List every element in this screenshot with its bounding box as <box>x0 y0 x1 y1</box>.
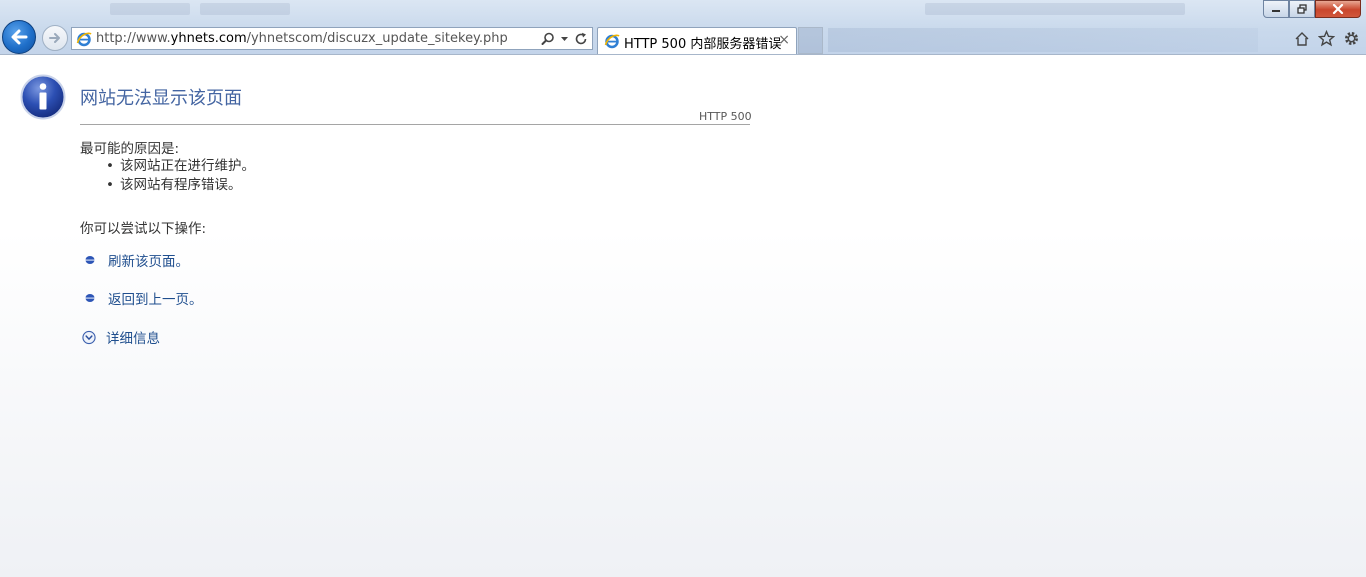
back-button[interactable] <box>2 20 36 54</box>
minimize-icon <box>1272 10 1280 12</box>
chevron-down-icon[interactable] <box>561 35 568 42</box>
url-domain: yhnets.com <box>170 31 247 46</box>
http-status-code: HTTP 500 <box>699 110 752 123</box>
page-title: 网站无法显示该页面 <box>80 88 242 109</box>
cause-heading: 最可能的原因是: <box>80 141 180 157</box>
gear-icon[interactable] <box>1343 30 1360 47</box>
url-text[interactable]: http://www.yhnets.com/yhnetscom/discuzx_… <box>96 31 508 46</box>
browser-chrome: http://www.yhnets.com/yhnetscom/discuzx_… <box>0 0 1366 55</box>
refresh-link-label[interactable]: 刷新该页面。 <box>108 250 189 270</box>
go-back-link[interactable]: 返回到上一页。 <box>84 288 203 308</box>
tab-close-button[interactable]: × <box>778 32 790 48</box>
title-divider <box>80 124 750 125</box>
address-tools <box>541 30 588 47</box>
blurred-tab-strip <box>200 3 290 15</box>
cause-list: 该网站正在进行维护。 该网站有程序错误。 <box>106 157 255 195</box>
try-heading: 你可以尝试以下操作: <box>80 221 207 237</box>
list-item: 该网站正在进行维护。 <box>106 157 255 176</box>
restore-button[interactable] <box>1289 0 1315 18</box>
refresh-icon[interactable] <box>574 32 588 46</box>
list-item: 该网站有程序错误。 <box>106 176 255 195</box>
blurred-favorites-bar <box>828 28 1258 52</box>
restore-icon <box>1297 4 1307 14</box>
ie-logo-icon <box>604 34 620 49</box>
address-bar[interactable]: http://www.yhnets.com/yhnetscom/discuzx_… <box>71 27 593 50</box>
window-controls <box>1263 0 1361 18</box>
blurred-menu-strip <box>925 3 1185 15</box>
minimize-button[interactable] <box>1263 0 1289 18</box>
more-info-label[interactable]: 详细信息 <box>106 327 160 347</box>
bullet-icon <box>84 254 96 266</box>
info-icon <box>20 74 66 120</box>
home-icon[interactable] <box>1294 31 1310 47</box>
close-button[interactable] <box>1315 0 1361 18</box>
tab-new[interactable] <box>798 27 823 54</box>
url-prefix: http://www. <box>96 31 171 46</box>
blurred-tab-strip <box>110 3 190 15</box>
close-icon <box>1332 4 1344 14</box>
star-icon[interactable] <box>1318 30 1335 47</box>
chevron-down-circle-icon[interactable] <box>82 330 96 344</box>
ie-logo-icon <box>76 32 92 47</box>
refresh-page-link[interactable]: 刷新该页面。 <box>84 250 189 270</box>
back-arrow-icon <box>11 29 28 45</box>
forward-arrow-icon <box>49 33 60 43</box>
bullet-icon <box>84 292 96 304</box>
search-icon[interactable] <box>541 32 555 46</box>
more-info-toggle[interactable]: 详细信息 <box>82 327 160 347</box>
go-back-link-label[interactable]: 返回到上一页。 <box>108 288 203 308</box>
tab-title: HTTP 500 内部服务器错误 <box>624 37 782 52</box>
forward-button[interactable] <box>42 25 68 51</box>
tab-active[interactable]: HTTP 500 内部服务器错误 × <box>597 27 797 54</box>
url-path: /yhnetscom/discuzx_update_sitekey.php <box>246 31 508 46</box>
browser-tools <box>1294 30 1360 47</box>
